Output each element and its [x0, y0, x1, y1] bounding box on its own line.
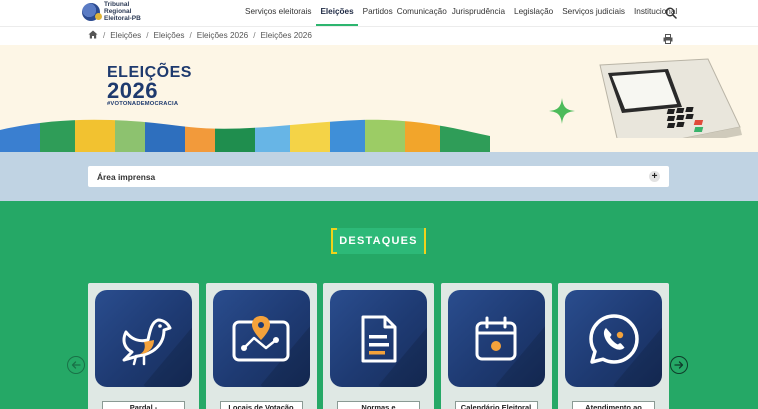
- destaques-heading: DESTAQUES: [331, 228, 426, 254]
- destaque-card-calendario[interactable]: Calendário Eleitoral: [440, 283, 552, 409]
- tre-pb-logo[interactable]: Tribunal Regional Eleitoral-PB: [82, 1, 154, 22]
- card-tile: [212, 290, 310, 387]
- breadcrumb-item[interactable]: Eleições: [110, 31, 141, 40]
- destaque-card-atendimento[interactable]: Atendimento ao: [558, 283, 669, 409]
- logo-text: Tribunal Regional Eleitoral-PB: [104, 1, 154, 22]
- destaques-section: DESTAQUES Pardal - Locais de Votação Nor…: [0, 201, 758, 409]
- breadcrumb-current: Eleições 2026: [260, 31, 312, 40]
- home-icon[interactable]: [88, 30, 98, 41]
- eleicoes-2026-banner: ELEIÇÕES 2026 #VOTONADEMOCRACIA: [0, 45, 758, 152]
- arrow-left-icon: [71, 361, 81, 369]
- breadcrumb-separator: /: [253, 31, 256, 40]
- destaque-card-locais-votacao[interactable]: Locais de Votação: [205, 283, 317, 409]
- map-pin-icon: [232, 315, 290, 361]
- card-tile: [330, 290, 427, 387]
- banner-title: ELEIÇÕES 2026: [107, 65, 192, 103]
- logo-line-3: Eleitoral-PB: [104, 15, 141, 22]
- card-label: Atendimento ao: [572, 401, 655, 409]
- imprensa-band: Área imprensa +: [0, 152, 758, 201]
- accordion-label: Área imprensa: [97, 171, 156, 182]
- arrow-right-icon: [674, 361, 684, 369]
- search-icon[interactable]: [665, 6, 677, 19]
- card-label: Locais de Votação: [219, 401, 303, 409]
- plus-icon[interactable]: +: [649, 171, 660, 182]
- card-tile: [447, 290, 545, 387]
- banner-color-waves: [0, 119, 758, 152]
- carousel-prev-button[interactable]: [67, 356, 85, 374]
- nav-item-jurisprudencia[interactable]: Jurisprudência: [452, 0, 505, 26]
- banner-year: 2026: [107, 78, 158, 103]
- breadcrumb-separator: /: [189, 31, 192, 40]
- logo-line-1: Tribunal: [104, 1, 130, 8]
- calendar-icon: [475, 316, 517, 360]
- document-icon: [361, 315, 396, 362]
- nav-item-eleicoes[interactable]: Eleições: [316, 0, 358, 26]
- breadcrumb-item[interactable]: Eleições: [154, 31, 185, 40]
- main-nav: Serviços eleitorais Eleições Partidos Co…: [245, 0, 686, 26]
- nav-item-servicos-eleitorais[interactable]: Serviços eleitorais: [245, 0, 311, 26]
- site-header: Tribunal Regional Eleitoral-PB Serviços …: [0, 0, 758, 26]
- nav-item-comunicacao[interactable]: Comunicação: [397, 0, 447, 26]
- nav-item-legislacao[interactable]: Legislação: [514, 0, 553, 26]
- card-label: Normas e: [337, 401, 420, 409]
- logo-emblem-icon: [82, 2, 102, 21]
- breadcrumb-item[interactable]: Eleições 2026: [197, 31, 248, 40]
- breadcrumb-bar: / Eleições / Eleições / Eleições 2026 / …: [0, 26, 758, 45]
- area-imprensa-accordion[interactable]: Área imprensa +: [88, 166, 669, 187]
- card-label: Calendário Eleitoral: [454, 401, 538, 409]
- destaque-card-normas[interactable]: Normas e: [323, 283, 434, 409]
- print-icon[interactable]: [663, 31, 673, 44]
- destaque-card-pardal[interactable]: Pardal -: [88, 283, 199, 409]
- whatsapp-icon: [588, 313, 639, 364]
- logo-line-2: Regional: [104, 8, 132, 15]
- card-label: Pardal -: [102, 401, 185, 409]
- card-tile: [565, 290, 662, 387]
- breadcrumb: / Eleições / Eleições / Eleições 2026 / …: [88, 30, 312, 41]
- card-tile: [95, 290, 192, 387]
- destaques-carousel: Pardal - Locais de Votação Normas e Cale…: [88, 283, 676, 409]
- nav-item-partidos[interactable]: Partidos: [363, 0, 393, 26]
- nav-item-servicos-judiciais[interactable]: Serviços judiciais: [562, 0, 625, 26]
- breadcrumb-separator: /: [146, 31, 149, 40]
- bird-icon: [122, 318, 171, 365]
- banner-hashtag: #VOTONADEMOCRACIA: [107, 101, 179, 107]
- breadcrumb-separator: /: [103, 31, 106, 40]
